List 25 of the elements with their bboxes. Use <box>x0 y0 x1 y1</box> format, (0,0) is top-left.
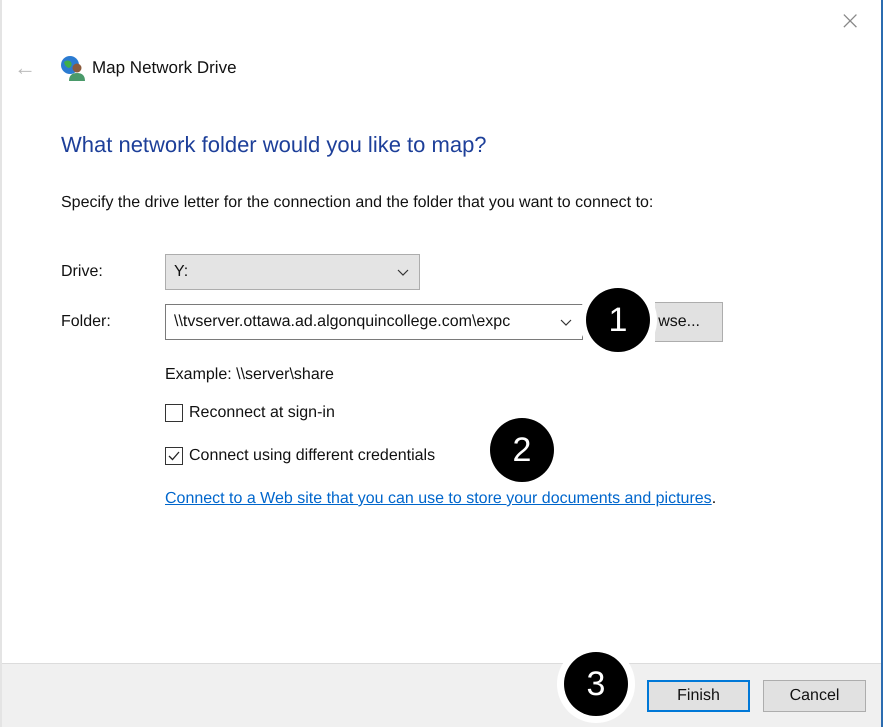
cancel-button[interactable]: Cancel <box>763 680 866 712</box>
checkbox[interactable] <box>165 447 183 465</box>
folder-label: Folder: <box>61 313 112 331</box>
number-badge: 1 <box>586 288 650 352</box>
checkbox-label: Connect using different credentials <box>189 447 436 465</box>
drive-label: Drive: <box>61 263 104 281</box>
drive-dropdown[interactable]: Y: <box>165 254 420 290</box>
checkmark-icon <box>167 449 181 463</box>
number-badge: 2 <box>490 418 554 482</box>
page-heading: What network folder would you like to map? <box>61 132 488 158</box>
period-text: . <box>712 490 716 507</box>
chevron-down-icon <box>560 318 572 326</box>
globe-user-icon <box>60 55 86 81</box>
checkbox-label: Reconnect at sign-in <box>189 404 335 422</box>
chevron-down-icon <box>397 268 409 276</box>
checkbox[interactable] <box>165 404 183 422</box>
folder-combobox[interactable]: \\tvserver.ottawa.ad.algonquincollege.com\expc <box>165 304 583 340</box>
number-badge: 3 <box>564 652 628 716</box>
window-title: Map Network Drive <box>92 58 237 78</box>
finish-button[interactable]: Finish <box>647 680 750 712</box>
example-text: Example: \\server\share <box>165 366 335 384</box>
web-site-link[interactable]: Connect to a Web site that you can use to store your documents and pictures <box>165 490 712 507</box>
instruction-text: Specify the drive letter for the connection and the folder that you want to connect to: <box>61 194 654 212</box>
close-button[interactable]: × <box>835 6 865 36</box>
browse-button[interactable]: wse... <box>655 302 723 342</box>
